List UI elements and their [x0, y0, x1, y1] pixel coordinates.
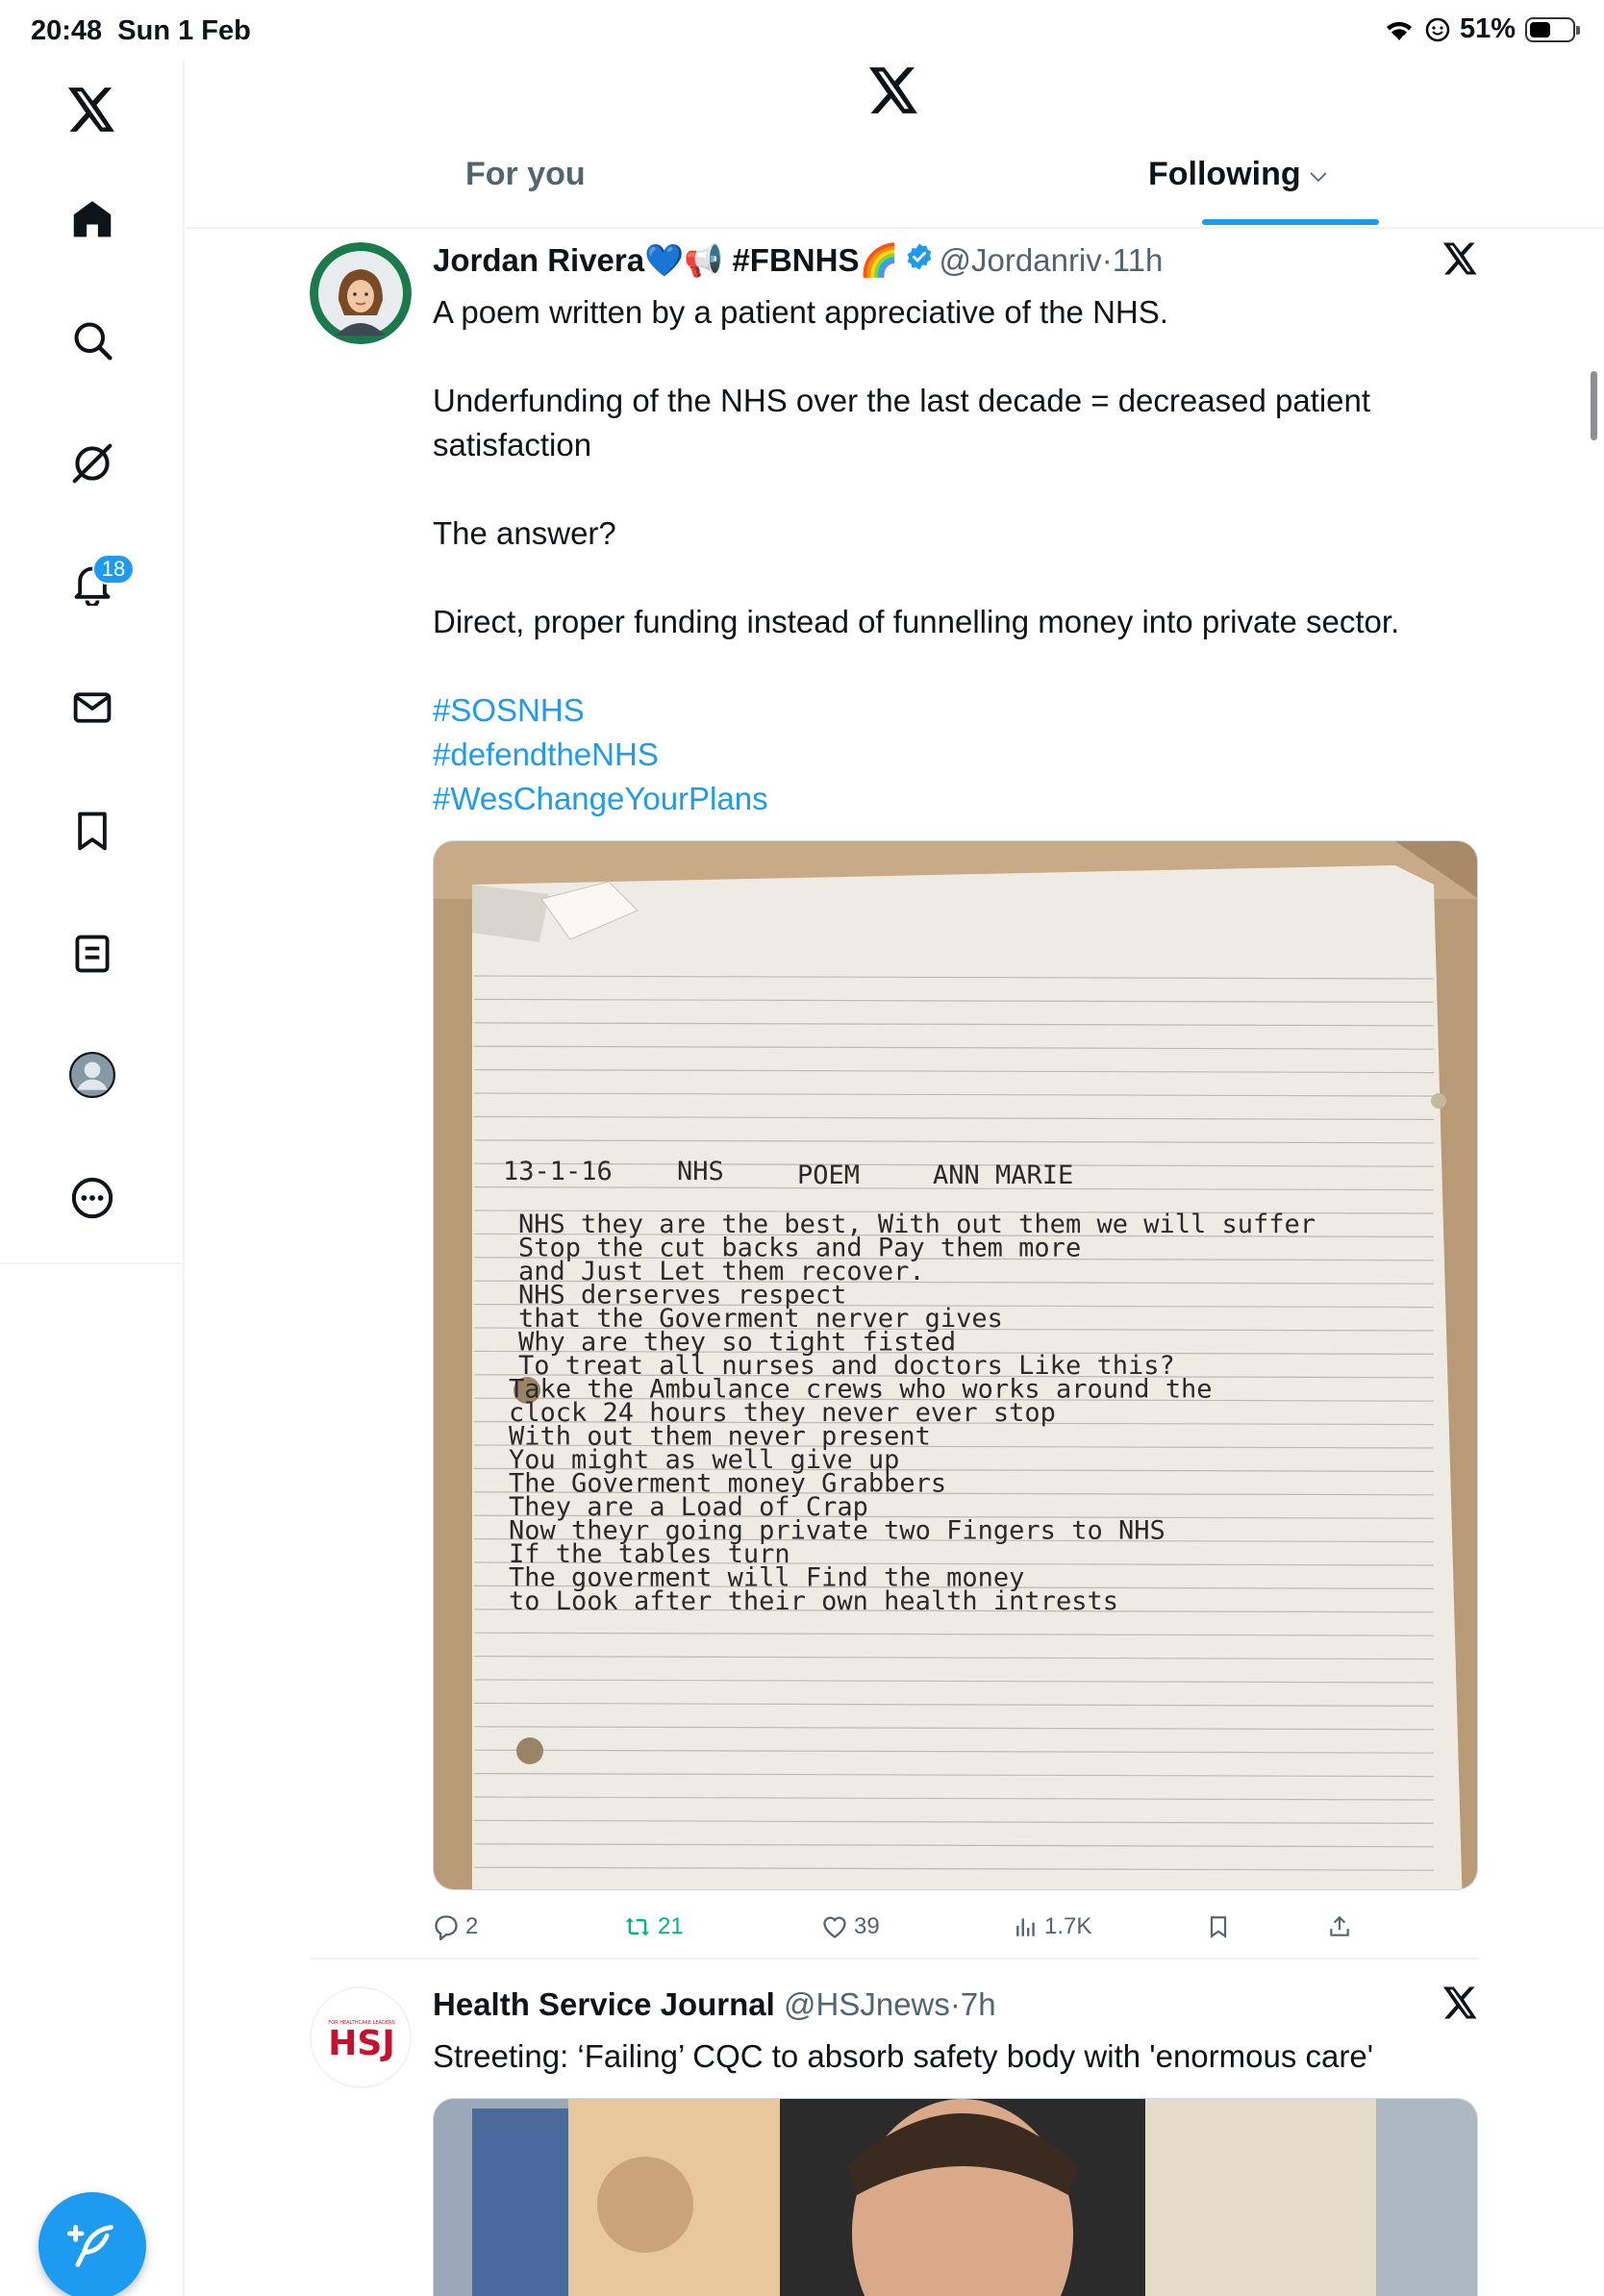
tweet-image[interactable]: [433, 2098, 1478, 2296]
share-icon: [1330, 1915, 1349, 1936]
profile-avatar[interactable]: [54, 1036, 131, 1113]
messages-icon[interactable]: [54, 669, 131, 746]
svg-text:13-1-16: 13-1-16: [503, 1157, 613, 1186]
author-handle[interactable]: @Jordanriv: [940, 242, 1102, 279]
svg-text:NHS: NHS: [677, 1157, 724, 1186]
status-time: 20:48 Sun 1 Feb: [31, 15, 251, 46]
tweet-header: Jordan Rivera💙📢 #FBNHS🌈 @Jordanriv · 11h: [433, 242, 1478, 287]
wifi-icon: [1386, 21, 1412, 40]
tweet-text: A poem written by a patient appreciative…: [433, 294, 1400, 639]
bookmark-icon: [1210, 1916, 1227, 1938]
compose-button[interactable]: [38, 2192, 146, 2296]
tab-for-you[interactable]: For you: [465, 156, 586, 229]
hashtag-link[interactable]: #WesChangeYourPlans: [433, 777, 1478, 821]
view-count: 1.7K: [1044, 1913, 1092, 1939]
x-logo-icon: [869, 67, 919, 118]
focus-icon: [1425, 17, 1450, 41]
more-icon[interactable]: [54, 1160, 131, 1236]
share-button[interactable]: [1327, 1914, 1352, 1939]
bookmark-button[interactable]: [1206, 1914, 1327, 1939]
author-name[interactable]: Health Service Journal: [433, 1986, 775, 2023]
search-icon[interactable]: [54, 302, 131, 379]
reply-button[interactable]: 2: [433, 1913, 623, 1940]
notifications-badge: 18: [92, 554, 135, 585]
grok-x-icon[interactable]: [1443, 242, 1478, 280]
compose-icon: [67, 2225, 113, 2267]
author-handle[interactable]: @HSJnews: [784, 1986, 950, 2023]
like-count: 39: [854, 1913, 880, 1939]
reply-icon: [435, 1915, 458, 1940]
reply-count: 2: [465, 1913, 479, 1939]
status-right: 51%: [1383, 13, 1580, 45]
tab-for-you-label: For you: [465, 156, 586, 192]
grok-x-icon[interactable]: [1443, 1986, 1478, 2024]
battery-icon: [1525, 16, 1580, 42]
hashtag-list: #SOSNHS #defendtheNHS #WesChangeYourPlan…: [433, 688, 1478, 821]
x-logo-icon[interactable]: [54, 71, 131, 148]
heart-icon: [823, 1916, 846, 1938]
verified-badge-icon: [907, 243, 931, 270]
sidebar: 18: [0, 60, 185, 2296]
home-icon[interactable]: [54, 181, 131, 258]
retweet-button[interactable]: 21: [623, 1913, 821, 1940]
poem-line: to Look after their own health intrests: [509, 1586, 1118, 1616]
separator-dot: ·: [1101, 242, 1113, 278]
retweet-count: 21: [658, 1913, 684, 1939]
tab-following[interactable]: Following ⌵: [1148, 156, 1326, 229]
svg-text:ANN MARIE: ANN MARIE: [933, 1160, 1073, 1190]
tweet-text: Streeting: ‘Failing’ CQC to absorb safet…: [433, 2038, 1373, 2074]
tweet-time[interactable]: 11h: [1113, 242, 1164, 279]
status-bar: 20:48 Sun 1 Feb 51%: [0, 0, 1604, 60]
sidebar-divider: [0, 1262, 185, 1264]
hashtag-link[interactable]: #SOSNHS: [433, 688, 1478, 733]
active-tab-indicator: [1202, 219, 1379, 225]
bookmarks-icon[interactable]: [54, 792, 131, 869]
tweet-image[interactable]: 13-1-16 NHS POEM ANN MARIE NHS they are …: [433, 840, 1478, 1890]
scrollbar[interactable]: [1591, 371, 1597, 440]
lists-icon[interactable]: [54, 915, 131, 992]
hsj-logo: HSJ: [328, 2024, 394, 2063]
svg-text:POEM: POEM: [797, 1160, 860, 1190]
avatar[interactable]: [310, 242, 412, 344]
like-button[interactable]: 39: [821, 1913, 1014, 1940]
tweet-header: Health Service Journal @HSJnews · 7h: [433, 1986, 1478, 2031]
retweet-icon: [625, 1917, 650, 1936]
hashtag-link[interactable]: #defendtheNHS: [433, 733, 1478, 777]
notifications-icon[interactable]: 18: [54, 546, 135, 623]
avatar[interactable]: FOR HEALTHCARE LEADERS HSJ: [310, 1986, 412, 2088]
top-bar: For you Following ⌵: [187, 60, 1604, 229]
separator-dot: ·: [949, 1986, 961, 2022]
tweet-actions: 2 21 39 1.7K: [433, 1906, 1478, 1948]
tweet-divider: [310, 1958, 1478, 1959]
tweet-time[interactable]: 7h: [961, 1986, 996, 2023]
author-name[interactable]: Jordan Rivera💙📢 #FBNHS🌈: [433, 242, 899, 280]
battery-percent: 51%: [1459, 13, 1516, 44]
views-button[interactable]: 1.7K: [1014, 1913, 1206, 1940]
analytics-icon: [1016, 1918, 1035, 1936]
tab-following-label: Following: [1148, 156, 1301, 192]
grok-icon[interactable]: [54, 425, 131, 502]
